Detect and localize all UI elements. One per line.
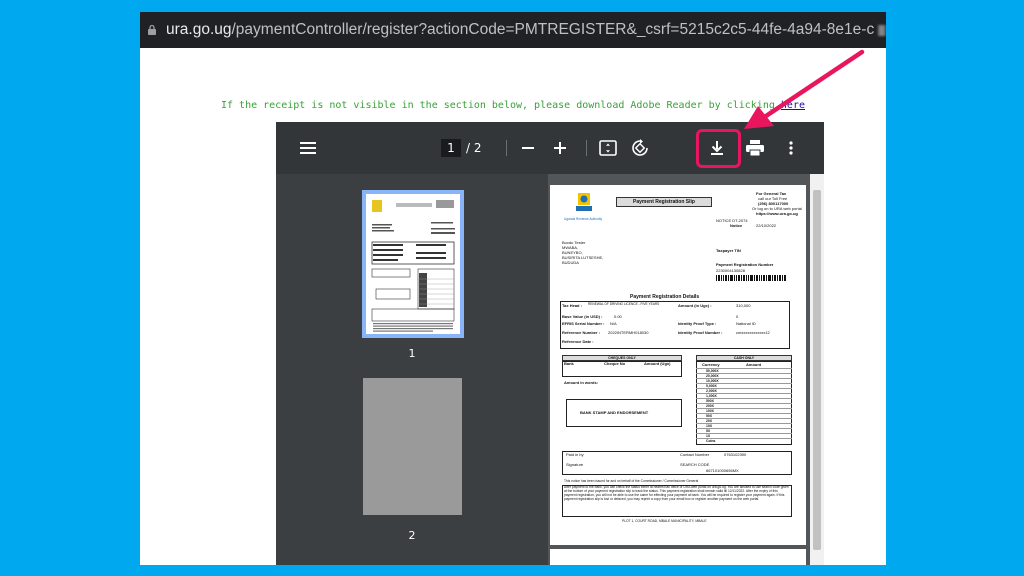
page-number-input[interactable]: 1 [441,139,461,157]
efris-value: N/A [610,321,617,326]
amount-label: Amount (in Ugx) : [678,303,712,308]
more-icon[interactable] [779,136,803,160]
site-info-icon[interactable] [146,23,158,37]
payer-table [562,451,792,475]
notice-date: 22/10/2022 [756,223,777,228]
thumbnail-label: 1 [408,347,416,360]
bank-stamp-label: BANK STAMP AND ENDORSEMENT [580,410,649,415]
id-no-value: cmxxxxxxxxxxxx12 [736,330,770,335]
url-text[interactable]: ura.go.ug/paymentController/register?act… [166,21,874,39]
cheque-col: Bank [564,361,574,366]
notice-date-label: Notice [730,223,743,228]
pdf-viewer: 1 / 2 1 2 Uganda Revenue Authority Payme… [276,122,824,565]
org-name: Uganda Revenue Authority [564,217,603,221]
cash-row-divider [696,418,792,419]
address-bar[interactable]: ura.go.ug/paymentController/register?act… [140,12,886,48]
menu-icon[interactable] [296,136,320,160]
cash-col: Currency [702,362,720,367]
adobe-download-link[interactable]: here [781,100,805,111]
amount-value: 310,000 [736,303,751,308]
id-type-value: National ID [736,321,756,326]
ref-value: 2022INTERMH018030 [608,330,649,335]
cash-row-divider [696,433,792,434]
browser-window: ura.go.ug/paymentController/register?act… [140,12,886,565]
amount-words-label: Amount in words: [564,380,598,385]
base-value: 0.00 [614,314,622,319]
cash-row-divider [696,398,792,399]
document-area[interactable]: Uganda Revenue Authority Payment Registr… [548,174,824,565]
thumbnail-page-2[interactable] [363,378,462,515]
zero-value: 0 [736,314,739,319]
details-title: Payment Registration Details [630,294,700,300]
print-icon[interactable] [743,136,767,160]
cash-row-divider [696,423,792,424]
thumbnail-label: 2 [408,529,416,542]
ref-date-label: Reference Date : [562,339,594,344]
scrollbar-thumb[interactable] [813,190,821,550]
tax-head-value: RENEWAL OF DRIVING LICENCE - FIVE YEARS [588,302,660,306]
paid-in-by-label: Paid in by [566,452,584,457]
cash-row-divider [696,413,792,414]
cheque-col: Cheque No [604,361,626,366]
cash-denomination: Coins [706,439,716,443]
pdf-toolbar: 1 / 2 [276,122,824,174]
cash-row-divider [696,438,792,439]
ref-label: Reference Number : [562,330,601,335]
contact-label: Contact Number [680,452,710,457]
ura-logo [576,193,592,211]
base-value-label: Base Value (in USD) : [562,314,603,319]
download-highlight-box [696,129,741,168]
thumbnail-sidebar: 1 2 [276,174,548,565]
search-code-value: 667101000656MX [706,468,739,473]
cheque-col: Amount (Ugx) [644,361,671,366]
receipt-page-2 [550,549,806,565]
barcode [716,275,786,281]
cash-row-divider [696,368,792,369]
notice-text: If the receipt is not visible in the sec… [220,100,775,111]
thumbnail-page-1[interactable] [362,190,464,338]
cash-row-divider [696,378,792,379]
commissioner-note: This notice has been issued for and on b… [564,479,699,483]
prn-label: Payment Registration Number [716,262,774,267]
taxpayer-tin-label: Taxpayer TIN [716,248,741,253]
footer-text: After payment to the bank, you can check… [564,485,789,501]
zoom-in-icon[interactable] [548,136,572,160]
url-host: ura.go.ug [166,21,232,38]
cash-row-divider [696,408,792,409]
zoom-out-icon[interactable] [516,136,540,160]
fit-page-icon[interactable] [596,136,620,160]
cash-row-divider [696,383,792,384]
tax-head-label: Tax Head : [562,303,582,308]
adobe-notice: If the receipt is not visible in the sec… [140,100,886,111]
cash-row-divider [696,428,792,429]
toolbar-divider [586,140,587,156]
cash-row-divider [696,403,792,404]
toolbar-divider [506,140,507,156]
url-path: /paymentController/register?actionCode=P… [231,21,875,38]
cash-col: Amount [746,362,762,367]
id-no-label: Identity Proof Number : [678,330,723,335]
contact-value: 0763102390 [724,452,747,457]
cash-row-divider [696,388,792,389]
page-total: / 2 [466,141,482,155]
right-header-5: https://www.ura.go.ug [756,211,798,216]
search-code-label: SEARCH CODE [680,462,710,467]
receipt-title: Payment Registration Slip [616,197,712,207]
cash-row-divider [696,393,792,394]
cash-row-divider [696,373,792,374]
efris-label: EFRIS Serial Number : [562,321,605,326]
signature-label: Signature [566,462,584,467]
id-type-label: Identity Proof Type : [678,321,717,326]
rotate-icon[interactable] [628,136,652,160]
taxpayer-line: BUDUDA [562,260,579,265]
vertical-scrollbar[interactable] [810,174,824,565]
prn-value: 2230004130828 [716,268,745,273]
receipt-page: Uganda Revenue Authority Payment Registr… [550,185,806,545]
redacted-url-part [878,24,886,36]
ura-address: PLOT 1, COURT ROAD, MBALE MUNICIPALITY, … [622,519,707,523]
